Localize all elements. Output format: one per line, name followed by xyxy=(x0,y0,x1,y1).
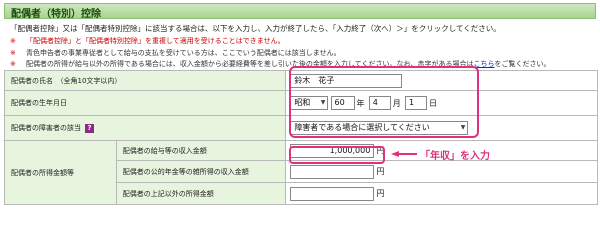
note-item: ※ 青色申告者の事業専従者として給与の支払を受けている方は、ここでいう配偶者には… xyxy=(10,48,595,60)
pension-label: 配偶者の公的年金等の雑所得の収入金額 xyxy=(115,160,287,183)
income-label: 配偶者の所得金額等 xyxy=(4,140,117,205)
highlight-box-group xyxy=(289,66,479,138)
name-label: 配偶者の氏名 （全角10文字以内） xyxy=(3,70,287,91)
other-label: 配偶者の上記以外の所得金額 xyxy=(115,182,287,205)
arrow-left-icon xyxy=(391,151,417,157)
birth-label: 配偶者の生年月日 xyxy=(3,90,287,116)
page-title: 配偶者（特別）控除 xyxy=(4,3,596,20)
yen-unit: 円 xyxy=(376,189,385,198)
note-text-after: をご覧ください。 xyxy=(494,60,551,68)
note-mark: ※ xyxy=(10,48,16,57)
note-mark: ※ xyxy=(10,37,16,45)
other-input[interactable] xyxy=(290,186,375,201)
annotation-label: 「年収」を入力 xyxy=(420,151,490,162)
yen-unit: 円 xyxy=(376,167,385,176)
help-icon[interactable]: ? xyxy=(85,123,94,133)
note-item: ※ 「配偶者控除」と「配偶者特別控除」を重複して適用を受けることはできません。 xyxy=(10,36,595,48)
pension-input[interactable] xyxy=(290,164,375,179)
note-mark: ※ xyxy=(10,60,16,68)
intro-text: 「配偶者控除」又は「配偶者特別控除」に該当する場合は、以下を入力し、入力が終了し… xyxy=(10,24,501,33)
note-text: 青色申告者の事業専従者として給与の支払を受けている方は、ここでいう配偶者には該当… xyxy=(26,48,341,57)
disability-label: 配偶者の障害者の該当 xyxy=(11,124,81,132)
disability-label-cell: 配偶者の障害者の該当? xyxy=(3,115,287,141)
salary-label: 配偶者の給与等の収入金額 xyxy=(115,140,287,161)
highlight-box-income xyxy=(289,146,385,164)
other-cell: 円 xyxy=(285,182,598,205)
note-text: 「配偶者控除」と「配偶者特別控除」を重複して適用を受けることはできません。 xyxy=(26,37,285,45)
